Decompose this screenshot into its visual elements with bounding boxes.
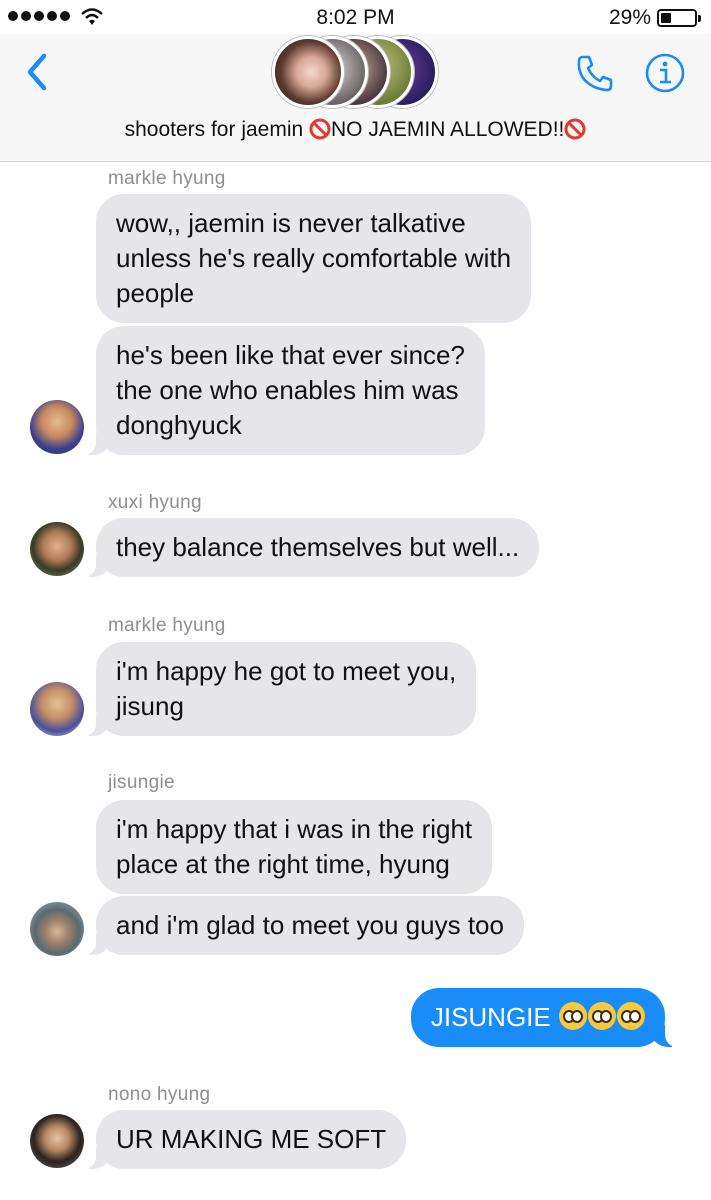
status-time: 8:02 PM — [316, 6, 395, 29]
message-bubble[interactable]: and i'm glad to meet you guys too — [82, 896, 524, 955]
pleading-face-emoji — [588, 1002, 616, 1030]
member-avatar — [272, 36, 344, 108]
sender-name: xuxi hyung — [108, 492, 202, 513]
message-line: donghyuck — [116, 410, 242, 440]
message-line: unless he's really comfortable with — [116, 243, 512, 273]
message-line: jisung — [116, 691, 184, 721]
sent-message-bubble[interactable]: JISUNGIE — [410, 988, 680, 1047]
message-line: i'm happy that i was in the right — [116, 814, 473, 844]
pleading-face-emoji — [617, 1002, 645, 1030]
no-entry-icon — [564, 118, 586, 140]
message-bubble[interactable]: UR MAKING ME SOFT — [81, 1110, 407, 1169]
sender-name: nono hyung — [108, 1084, 211, 1105]
message-bubble[interactable]: he's been like that ever since? the one … — [82, 326, 485, 455]
battery-icon — [657, 9, 701, 27]
phone-icon[interactable] — [574, 52, 616, 94]
message-text: JISUNGIE — [430, 1002, 551, 1032]
group-name[interactable]: shooters for jaemin NO JAEMIN ALLOWED!! — [0, 118, 711, 142]
message-line: people — [116, 278, 195, 308]
message-bubble[interactable]: i'm happy he got to meet you, jisung — [81, 642, 477, 736]
battery-percentage: 29% — [608, 6, 651, 29]
group-name-prefix: shooters for jaemin — [124, 118, 310, 141]
message-bubble[interactable]: i'm happy that i was in the right place … — [96, 800, 493, 894]
info-icon[interactable] — [644, 52, 686, 94]
message-line: and i'm glad to meet you guys too — [116, 910, 504, 940]
avatar[interactable] — [30, 400, 84, 454]
message-line: wow,, jaemin is never talkative — [116, 208, 466, 238]
message-bubble[interactable]: they balance themselves but well... — [81, 518, 540, 577]
status-bar: 8:02 PM 29% — [0, 0, 711, 34]
message-line: UR MAKING ME SOFT — [116, 1124, 387, 1154]
back-chevron-icon[interactable] — [20, 52, 56, 92]
conversation-header: shooters for jaemin NO JAEMIN ALLOWED!! — [0, 34, 711, 162]
pleading-face-emoji — [559, 1002, 587, 1030]
message-line: he's been like that ever since? — [116, 340, 465, 370]
message-line: the one who enables him was — [116, 375, 459, 405]
avatar[interactable] — [30, 682, 84, 736]
message-bubble[interactable]: wow,, jaemin is never talkative unless h… — [96, 194, 532, 323]
sender-name: jisungie — [108, 772, 175, 793]
message-line: they balance themselves but well... — [116, 532, 520, 562]
avatar[interactable] — [30, 522, 84, 576]
no-entry-icon — [309, 118, 331, 140]
avatar[interactable] — [30, 902, 84, 956]
group-name-main: NO JAEMIN ALLOWED!! — [331, 118, 565, 141]
group-avatar-stack[interactable] — [272, 36, 438, 108]
sender-name: markle hyung — [108, 615, 226, 636]
avatar[interactable] — [30, 1114, 84, 1168]
sender-name: markle hyung — [108, 168, 226, 189]
message-line: i'm happy he got to meet you, — [116, 656, 457, 686]
message-line: place at the right time, hyung — [116, 849, 450, 879]
message-line: JISUNGIE — [431, 1000, 645, 1035]
